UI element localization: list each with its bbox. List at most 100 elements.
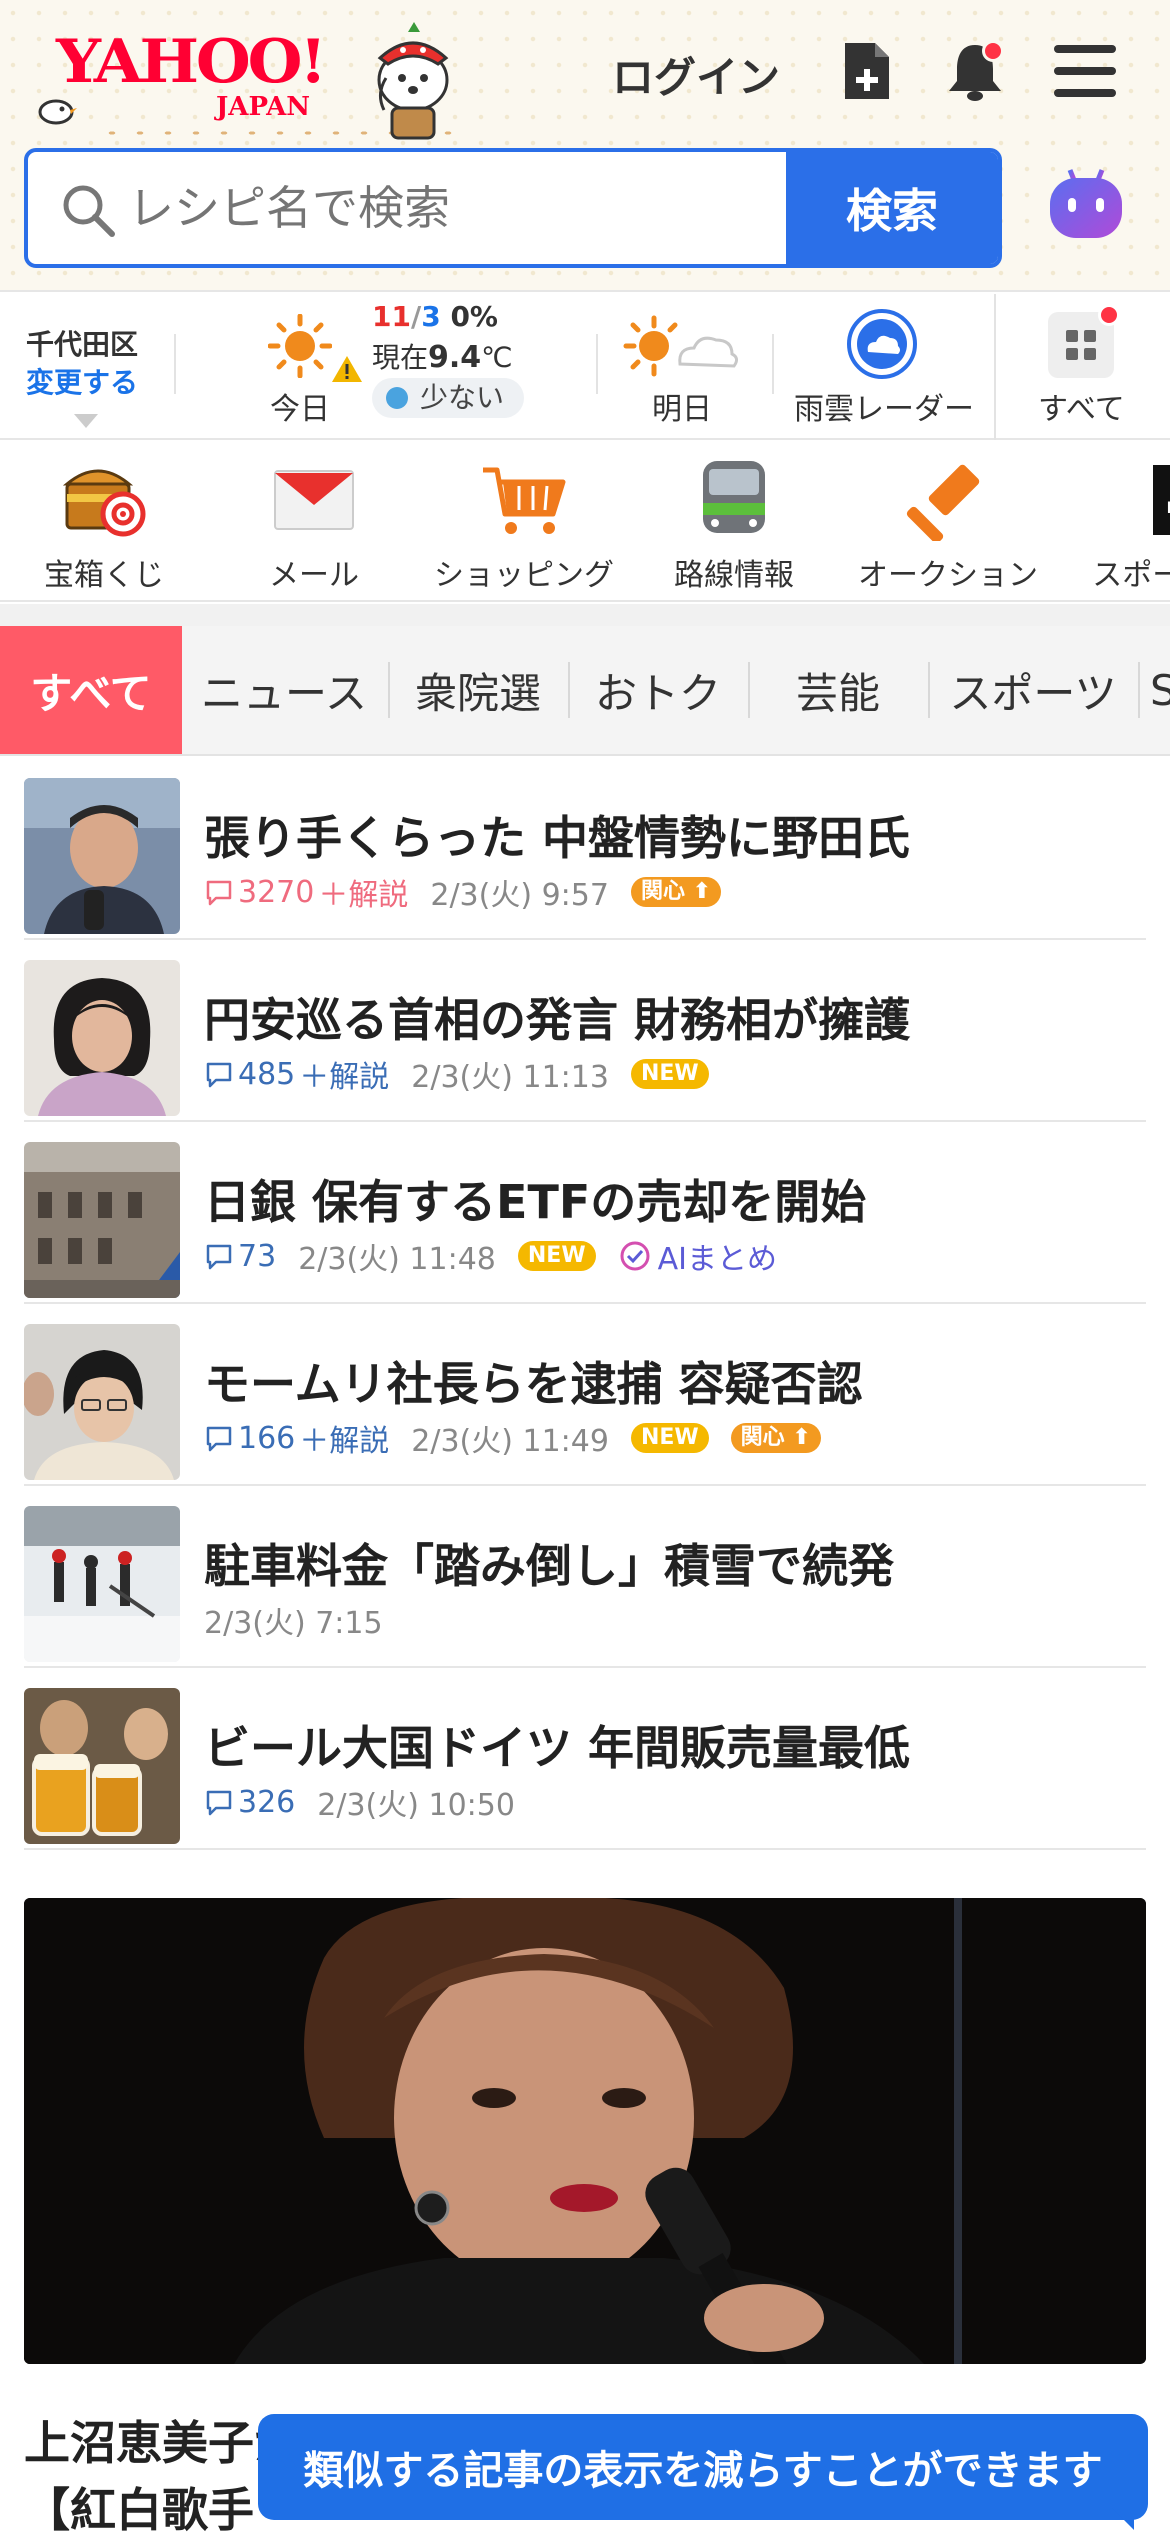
news-time: 2/3(火) 10:50 (317, 1788, 515, 1823)
train-icon (634, 458, 834, 542)
section-gap (0, 604, 1170, 626)
sports-icon: SPONAVI (1052, 458, 1170, 542)
divider (596, 334, 598, 394)
high-temp: 11 (372, 300, 411, 333)
service-label: ショッピング (434, 558, 614, 593)
news-time: 2/3(火) 7:15 (204, 1606, 383, 1641)
bird-icon (38, 99, 77, 125)
commentary-label: ＋解説 (299, 1424, 390, 1459)
search-box: 検索 (24, 148, 1002, 268)
login-link[interactable]: ログイン (612, 44, 780, 105)
news-tabs: すべて ニュース 衆院選 おトク 芸能 スポーツ S (0, 626, 1170, 756)
feature-article-image[interactable] (24, 1898, 1146, 2364)
news-item[interactable]: ビール大国ドイツ 年間販売量最低 326 2/3(火) 10:50 (24, 1668, 1146, 1850)
header: YAHOO! JAPAN ログイン レシピ名で検索 検索 (0, 0, 1170, 292)
news-item[interactable]: 円安巡る首相の発言 財務相が擁護 485 ＋解説 2/3(火) 11:13 NEW (24, 940, 1146, 1122)
change-location-link[interactable]: 変更する (26, 364, 138, 402)
search-input[interactable] (128, 152, 788, 264)
weather-bar: 千代田区 変更する 今日 11/3 0% 現在9.4℃ 少ない 明日 雨雲レーダ… (0, 294, 1170, 440)
comment-icon (206, 880, 232, 906)
news-title: 日銀 保有するETFの売却を開始 (204, 1175, 867, 1229)
news-item[interactable]: モームリ社長らを逮捕 容疑否認 166 ＋解説 2/3(火) 11:49 NEW … (24, 1304, 1146, 1486)
search-button[interactable]: 検索 (786, 152, 998, 264)
news-title: 円安巡る首相の発言 財務相が擁護 (204, 993, 911, 1047)
service-label: オークション (858, 558, 1038, 593)
similar-articles-toast[interactable]: 類似する記事の表示を減らすことができます (258, 2414, 1148, 2520)
comment-count-value: 166 (238, 1420, 296, 1456)
sunny-icon (268, 314, 332, 378)
news-meta: 166 ＋解説 2/3(火) 11:49 NEW 関心 ⬆ (204, 1416, 821, 1460)
tab-deals[interactable]: おトク (572, 626, 744, 754)
new-badge: NEW (630, 1059, 709, 1089)
service-label: 路線情報 (674, 558, 794, 593)
services-row: 宝箱くじ メール ショッピング 路線情報 オークション スポー (0, 440, 1170, 602)
temp-unit: ℃ (481, 341, 513, 374)
news-item[interactable]: 日銀 保有するETFの売却を開始 73 2/3(火) 11:48 NEW AIま… (24, 1122, 1146, 1304)
news-item[interactable]: 張り手くらった 中盤情勢に野田氏 3270 ＋解説 2/3(火) 9:57 関心 … (24, 758, 1146, 940)
radar-label: 雨雲レーダー (794, 392, 974, 427)
tab-divider (1138, 662, 1140, 718)
current-prefix: 現在 (372, 341, 429, 374)
divider (994, 294, 996, 440)
pointer-caret-icon (74, 414, 98, 428)
news-title: 駐車料金「踏み倒し」積雪で続発 (204, 1539, 894, 1593)
tab-divider (568, 662, 570, 718)
all-label: すべて (1038, 392, 1125, 427)
service-takarabako[interactable]: 宝箱くじ (4, 458, 204, 594)
weather-location[interactable]: 千代田区 変更する (26, 326, 138, 402)
sunny-then-cloudy-icon (623, 315, 739, 377)
radar-icon (847, 309, 917, 379)
news-time: 2/3(火) 11:13 (411, 1060, 609, 1095)
news-title: ビール大国ドイツ 年間販売量最低 (204, 1721, 911, 1775)
temperature-range: 11/3 0% (372, 300, 498, 333)
service-shopping[interactable]: ショッピング (424, 458, 624, 594)
tab-news[interactable]: ニュース (190, 626, 378, 754)
yahoo-japan-logo[interactable]: YAHOO! JAPAN (28, 18, 478, 140)
tomorrow-label: 明日 (652, 392, 712, 427)
ai-check-icon (620, 1241, 650, 1271)
news-thumbnail (24, 960, 180, 1116)
tab-all[interactable]: すべて (0, 626, 182, 754)
news-title: モームリ社長らを逮捕 容疑否認 (204, 1357, 863, 1411)
note-add-icon[interactable] (832, 36, 902, 106)
tab-entertainment[interactable]: 芸能 (752, 626, 924, 754)
news-meta: 326 2/3(火) 10:50 (204, 1780, 515, 1824)
divider (772, 334, 774, 394)
today-label: 今日 (270, 392, 330, 427)
notification-bell-icon[interactable] (940, 36, 1010, 106)
new-badge: NEW (630, 1423, 709, 1453)
comment-icon (206, 1426, 232, 1452)
comment-count-value: 326 (238, 1784, 296, 1820)
tab-more[interactable]: S (1150, 626, 1170, 754)
comment-icon (206, 1062, 232, 1088)
tab-sports[interactable]: スポーツ (932, 626, 1134, 754)
location-name: 千代田区 (26, 328, 139, 361)
service-mail[interactable]: メール (214, 458, 414, 594)
tab-election[interactable]: 衆院選 (392, 626, 564, 754)
comment-count-value: 485 (238, 1056, 296, 1092)
news-time: 2/3(火) 9:57 (430, 878, 609, 913)
news-thumbnail (24, 1142, 180, 1298)
news-meta: 485 ＋解説 2/3(火) 11:13 NEW (204, 1052, 709, 1096)
current-temp: 現在9.4℃ (372, 336, 513, 376)
service-transit[interactable]: 路線情報 (634, 458, 834, 594)
ai-assistant-icon[interactable] (1044, 164, 1128, 248)
service-auction[interactable]: オークション (848, 458, 1048, 594)
menu-icon[interactable] (1050, 36, 1120, 106)
comment-count-value: 3270 (238, 874, 315, 910)
news-item[interactable]: 駐車料金「踏み倒し」積雪で続発 2/3(火) 7:15 (24, 1486, 1146, 1668)
comment-count: 3270 ＋解説 (204, 870, 408, 914)
service-sports[interactable]: SPONAVI スポーツ (1052, 458, 1170, 594)
comment-count-value: 73 (238, 1238, 277, 1274)
news-meta: 73 2/3(火) 11:48 NEW AIまとめ (204, 1234, 777, 1278)
badge-text: 関心 (640, 879, 685, 904)
comment-count: 73 (204, 1239, 276, 1274)
commentary-label: ＋解説 (318, 878, 409, 913)
warning-icon (332, 356, 362, 382)
service-label: メール (269, 558, 359, 593)
comment-count: 166 ＋解説 (204, 1416, 389, 1460)
commentary-label: ＋解説 (299, 1060, 390, 1095)
news-title: 張り手くらった 中盤情勢に野田氏 (204, 811, 911, 865)
comment-icon (206, 1244, 232, 1270)
tab-divider (928, 662, 930, 718)
